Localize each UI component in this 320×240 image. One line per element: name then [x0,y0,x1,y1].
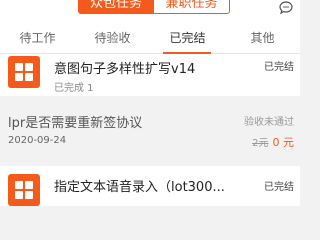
final-price: 0 元 [272,136,295,149]
task-title: lpr是否需要重新签协议 [8,116,143,131]
task-status: 已完结 [264,182,294,193]
segment-crowdsource-tasks[interactable]: 众包任务 [78,0,154,14]
tab-completed[interactable]: 已完结 [150,22,225,54]
task-title: 指定文本语音录入（lot300... [54,180,225,195]
chat-icon[interactable] [278,0,294,16]
tab-other[interactable]: 其他 [225,22,300,54]
task-progress: 已完成 1 [54,83,94,94]
task-card[interactable]: 意图句子多样性扩写v14 已完结 已完成 1 [0,54,300,96]
task-status: 验收未通过 [244,117,294,128]
task-card[interactable]: 指定文本语音录入（lot300... 已完结 [0,166,300,206]
tab-pending-work[interactable]: 待工作 [0,22,75,54]
top-bar: 众包任务 兼职任务 [0,0,300,22]
task-status: 已完结 [264,62,294,73]
status-tabs: 待工作 待验收 已完结 其他 [0,22,300,54]
segment-part-time-tasks[interactable]: 兼职任务 [154,0,230,14]
task-grid-icon [8,174,40,206]
task-title: 意图句子多样性扩写v14 [54,62,196,77]
original-price: 2元 [252,138,269,149]
task-grid-icon [8,56,40,88]
task-card[interactable]: lpr是否需要重新签协议 验收未通过 2020-09-24 2元 0 元 [0,103,300,155]
task-date: 2020-09-24 [8,135,67,146]
tab-pending-acceptance[interactable]: 待验收 [75,22,150,54]
task-price: 2元 0 元 [252,134,294,150]
